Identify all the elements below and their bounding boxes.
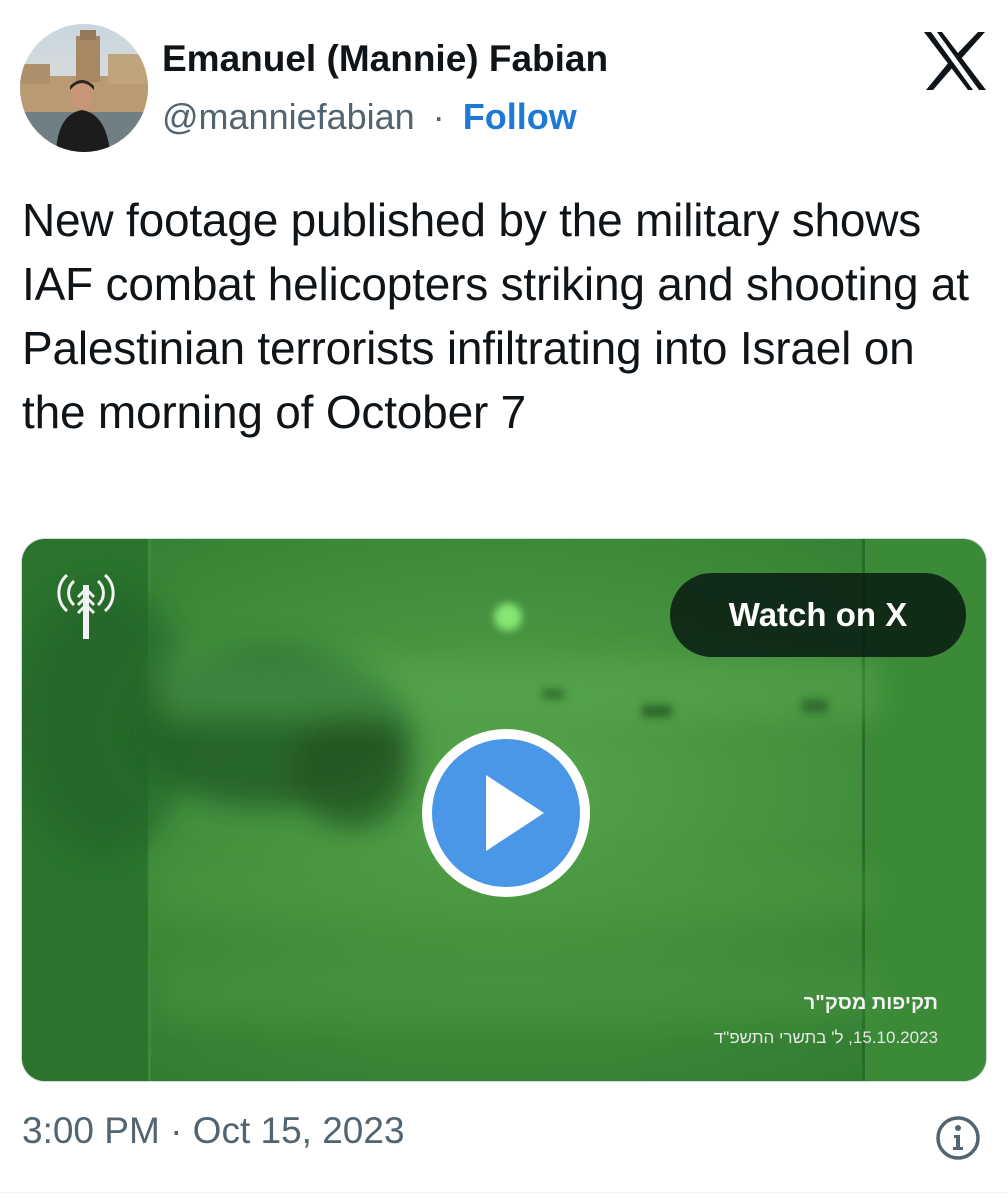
author-handle-row: @manniefabian · Follow <box>162 96 577 138</box>
x-logo-icon[interactable] <box>922 30 988 92</box>
bottom-divider <box>0 1192 1008 1193</box>
tweet-timestamp[interactable]: 3:00 PM · Oct 15, 2023 <box>22 1110 405 1152</box>
play-icon <box>422 729 590 897</box>
author-avatar[interactable] <box>20 24 148 152</box>
tweet-text: New footage published by the military sh… <box>22 194 969 438</box>
handle-separator: · <box>432 96 445 137</box>
follow-button[interactable]: Follow <box>463 96 577 137</box>
tweet-card: Emanuel (Mannie) Fabian @manniefabian · … <box>0 0 1008 1200</box>
video-player[interactable]: Watch on X תקיפות מסק"ר 15.10.2023, ל' ב… <box>21 538 987 1082</box>
idf-spokesperson-logo-icon <box>54 567 118 643</box>
watch-on-x-button[interactable]: Watch on X <box>670 573 966 657</box>
video-caption-date: 15.10.2023, ל' בתשרי התשפ"ד <box>713 1028 938 1047</box>
author-handle[interactable]: @manniefabian <box>162 96 415 137</box>
video-caption-title: תקיפות מסק"ר <box>803 992 938 1014</box>
info-icon[interactable] <box>934 1114 982 1162</box>
avatar-photo <box>20 24 148 152</box>
play-button[interactable] <box>418 725 594 901</box>
author-name[interactable]: Emanuel (Mannie) Fabian <box>162 38 608 80</box>
